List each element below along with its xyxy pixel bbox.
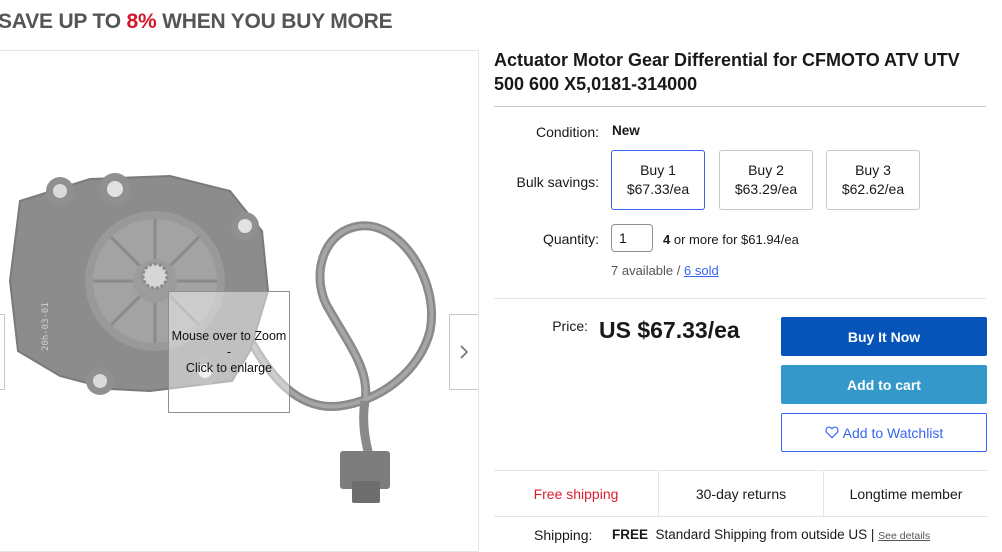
quantity-input[interactable] bbox=[611, 224, 653, 252]
image-gallery[interactable]: 20h-03-01 Mouse over to Zoom - Click to … bbox=[0, 50, 479, 552]
sold-count-link[interactable]: 6 sold bbox=[684, 263, 719, 278]
chevron-right-icon bbox=[460, 345, 469, 359]
previous-image-button[interactable] bbox=[0, 314, 5, 390]
bulk-option-price: $63.29/ea bbox=[734, 181, 798, 197]
shipping-details: Standard Shipping from outside US | bbox=[655, 527, 879, 542]
bulk-option-qty: Buy 1 bbox=[640, 162, 676, 178]
bulk-option-buy-3[interactable]: Buy 3 $62.62/ea bbox=[826, 150, 920, 210]
shipping-free: FREE bbox=[612, 527, 649, 542]
heart-icon bbox=[825, 426, 839, 439]
zoom-lens[interactable]: Mouse over to Zoom - Click to enlarge bbox=[168, 291, 290, 413]
shipping-label: Shipping: bbox=[534, 527, 593, 543]
seller-badge: Longtime member bbox=[823, 471, 988, 516]
promo-suffix: WHEN YOU BUY MORE bbox=[156, 10, 393, 33]
quantity-divider bbox=[494, 298, 986, 299]
bulk-option-price: $62.62/ea bbox=[841, 181, 905, 197]
buy-it-now-button[interactable]: Buy It Now bbox=[781, 317, 987, 356]
condition-label: Condition: bbox=[535, 124, 599, 140]
price-label: Price: bbox=[552, 318, 588, 334]
next-image-button[interactable] bbox=[449, 314, 478, 390]
watchlist-label: Add to Watchlist bbox=[842, 424, 944, 441]
zoom-hint-line3: Click to enlarge bbox=[185, 361, 273, 375]
title-divider bbox=[494, 106, 986, 107]
shipping-info: FREE Standard Shipping from outside US |… bbox=[612, 527, 930, 542]
item-price: US $67.33/ea bbox=[599, 317, 740, 343]
returns-badge: 30-day returns bbox=[658, 471, 823, 516]
bulk-savings-label: Bulk savings: bbox=[516, 174, 599, 190]
bulk-option-price: $67.33/ea bbox=[626, 181, 690, 197]
promo-percent: 8% bbox=[126, 10, 157, 33]
quantity-label: Quantity: bbox=[542, 231, 599, 247]
feature-strip: Free shipping 30-day returns Longtime me… bbox=[494, 470, 988, 517]
quantity-discount-text: or more for $61.94/ea bbox=[670, 232, 799, 247]
free-shipping-badge: Free shipping bbox=[533, 485, 619, 502]
zoom-hint-separator: - bbox=[226, 345, 232, 359]
promo-banner: SAVE UP TO 8% WHEN YOU BUY MORE bbox=[0, 10, 393, 34]
bulk-option-buy-2[interactable]: Buy 2 $63.29/ea bbox=[719, 150, 813, 210]
available-count: 7 available / bbox=[611, 263, 684, 278]
zoom-hint-line1: Mouse over to Zoom bbox=[171, 329, 287, 343]
see-details-link[interactable]: See details bbox=[878, 530, 930, 542]
svg-text:20h-03-01: 20h-03-01 bbox=[41, 302, 51, 351]
bulk-option-qty: Buy 2 bbox=[748, 162, 784, 178]
condition-value: New bbox=[612, 123, 640, 138]
add-to-cart-button[interactable]: Add to cart bbox=[781, 365, 987, 404]
availability: 7 available / 6 sold bbox=[611, 263, 719, 278]
promo-prefix: SAVE UP TO bbox=[0, 10, 127, 33]
quantity-discount-note: 4 or more for $61.94/ea bbox=[663, 232, 799, 247]
add-to-watchlist-button[interactable]: Add to Watchlist bbox=[781, 413, 987, 452]
bulk-option-buy-1[interactable]: Buy 1 $67.33/ea bbox=[611, 150, 705, 210]
bulk-option-qty: Buy 3 bbox=[855, 162, 891, 178]
item-title: Actuator Motor Gear Differential for CFM… bbox=[494, 50, 960, 94]
